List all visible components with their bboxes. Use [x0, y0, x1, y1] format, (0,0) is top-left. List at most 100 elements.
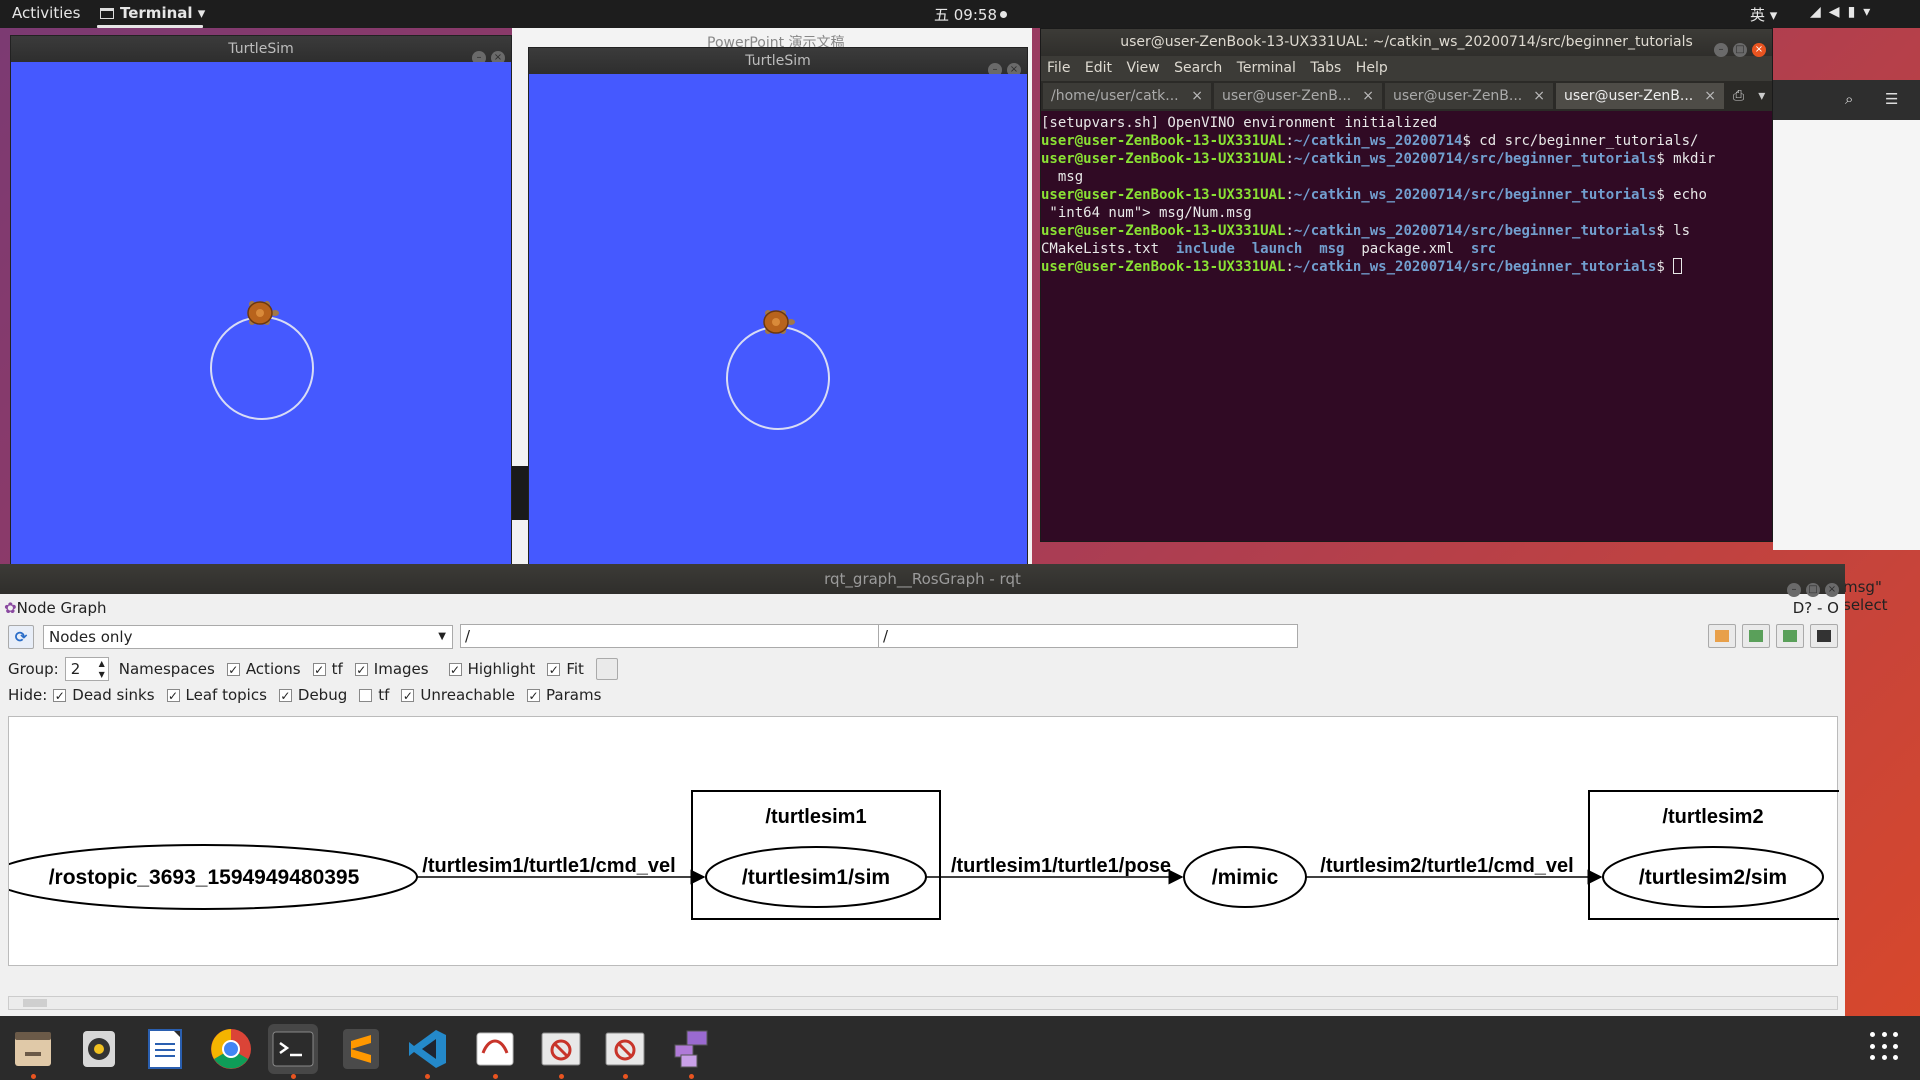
new-tab-icon[interactable]: ⎙ — [1733, 88, 1744, 104]
terminal-tab-4[interactable]: user@user-ZenB... × — [1556, 83, 1724, 109]
input-method[interactable]: 英 ▾ — [1750, 4, 1777, 25]
vscode-icon[interactable] — [402, 1024, 452, 1079]
turtle-app-icon-2[interactable] — [600, 1024, 650, 1079]
terminal-titlebar[interactable]: user@user-ZenBook-13-UX331UAL: ~/catkin_… — [1041, 29, 1772, 57]
terminal-icon[interactable] — [268, 1024, 318, 1079]
activities-button[interactable]: Activities — [12, 4, 80, 22]
battery-icon: ▮ — [1847, 4, 1864, 20]
turtle-app-icon[interactable] — [536, 1024, 586, 1079]
running-indicator — [31, 1074, 36, 1079]
menu-view[interactable]: View — [1126, 60, 1159, 76]
params-checkbox[interactable]: ✓ Params — [527, 686, 601, 704]
checkbox-box[interactable]: ✓ — [547, 662, 561, 676]
checkbox-box[interactable]: ✓ — [401, 688, 415, 702]
load-dot-button[interactable] — [1708, 624, 1736, 648]
clock-label: 五 09:58 — [934, 6, 997, 24]
menu-file[interactable]: File — [1047, 60, 1070, 76]
menu-search[interactable]: Search — [1174, 60, 1222, 76]
turtlesim-titlebar-2[interactable]: TurtleSim – × — [529, 48, 1027, 77]
terminal-line: user@user-ZenBook-13-UX331UAL:~/catkin_w… — [1041, 187, 1707, 203]
minimize-icon[interactable]: – — [1714, 43, 1728, 57]
hide-tf-checkbox[interactable]: tf — [359, 686, 389, 704]
menu-edit[interactable]: Edit — [1085, 60, 1112, 76]
images-checkbox[interactable]: ✓ Images — [354, 660, 429, 678]
actions-checkbox[interactable]: ✓ Actions — [226, 660, 301, 678]
terminal-tab-1[interactable]: /home/user/catk... × — [1043, 83, 1211, 109]
sublime-icon[interactable] — [336, 1024, 386, 1074]
close-icon[interactable]: × — [1704, 83, 1716, 109]
terminal-tab-3[interactable]: user@user-ZenB... × — [1385, 83, 1553, 109]
group-spinbox[interactable]: 2 ▲ ▼ — [64, 657, 109, 681]
terminal-window[interactable]: user@user-ZenBook-13-UX331UAL: ~/catkin_… — [1040, 28, 1773, 542]
rqt-window[interactable]: rqt_graph__RosGraph - rqt – □ × ✿Node Grap… — [0, 564, 1845, 1016]
close-icon[interactable]: × — [1362, 83, 1374, 109]
evince-icon[interactable] — [470, 1024, 520, 1079]
mode-select[interactable]: Nodes only ▼ — [43, 625, 453, 649]
leaf-topics-checkbox[interactable]: ✓ Leaf topics — [166, 686, 267, 704]
rqt-icon[interactable] — [666, 1024, 716, 1079]
close-icon[interactable]: × — [1752, 43, 1766, 57]
search-icon[interactable]: ⌕ — [1845, 90, 1853, 108]
horizontal-scrollbar[interactable] — [8, 996, 1838, 1010]
close-icon[interactable]: × — [1191, 83, 1203, 109]
files-icon[interactable] — [8, 1024, 58, 1079]
tf-checkbox[interactable]: ✓ tf — [312, 660, 343, 678]
rqt-titlebar[interactable]: rqt_graph__RosGraph - rqt – □ × — [0, 564, 1845, 597]
checkbox-box[interactable]: ✓ — [448, 662, 462, 676]
namespaces-checkbox[interactable]: Namespaces — [119, 660, 215, 678]
tabs-menu-icon[interactable]: ▾ — [1758, 88, 1765, 104]
writer-icon[interactable] — [140, 1024, 190, 1074]
unreachable-checkbox[interactable]: ✓ Unreachable — [401, 686, 515, 704]
tab-label: /home/user/catk... — [1051, 88, 1179, 104]
chrome-icon[interactable] — [206, 1024, 256, 1074]
plugin-controls[interactable]: D? - O — [1793, 594, 1839, 622]
ros-graph-canvas[interactable]: /rostopic_3693_1594949480395 /turtlesim1… — [8, 716, 1839, 966]
edge-pose-label: /turtlesim1/turtle1/pose — [951, 855, 1171, 877]
app-menu-label: Terminal — [120, 4, 193, 22]
clock[interactable]: 五 09:58 — [934, 4, 1007, 25]
scrollbar-thumb[interactable] — [23, 999, 47, 1007]
checkbox-box[interactable]: ✓ — [53, 688, 67, 702]
terminal-screen[interactable]: [setupvars.sh] OpenVINO environment init… — [1041, 111, 1772, 541]
rhythmbox-icon[interactable] — [74, 1024, 124, 1074]
checkbox-box[interactable]: ✓ — [166, 688, 180, 702]
app-menu[interactable]: Terminal ▾ — [100, 4, 205, 22]
maximize-icon[interactable]: □ — [1733, 43, 1747, 57]
show-applications-icon[interactable] — [1870, 1032, 1900, 1062]
close-icon[interactable]: × — [1533, 83, 1545, 109]
menu-tabs[interactable]: Tabs — [1310, 60, 1341, 76]
terminal-line: msg — [1041, 169, 1084, 185]
debug-label: Debug — [297, 686, 348, 704]
dead-sinks-checkbox[interactable]: ✓ Dead sinks — [53, 686, 155, 704]
turtlesim-window-1[interactable]: TurtleSim – × — [10, 35, 512, 565]
prompt-user: user@user-ZenBook-13-UX331UAL — [1041, 259, 1286, 275]
terminal-tab-2[interactable]: user@user-ZenB... × — [1214, 83, 1382, 109]
list-icon[interactable]: ☰ — [1885, 90, 1898, 108]
menu-help[interactable]: Help — [1356, 60, 1388, 76]
terminal-line: user@user-ZenBook-13-UX331UAL:~/catkin_w… — [1041, 258, 1772, 276]
node-filter-input[interactable]: / — [460, 624, 880, 648]
save-image-button[interactable] — [1810, 624, 1838, 648]
checkbox-box[interactable] — [359, 688, 373, 702]
fit-view-button[interactable] — [595, 658, 618, 680]
debug-checkbox[interactable]: ✓ Debug — [278, 686, 348, 704]
save-dot-button[interactable] — [1742, 624, 1770, 648]
menu-terminal[interactable]: Terminal — [1237, 60, 1296, 76]
checkbox-box[interactable]: ✓ — [312, 662, 326, 676]
checkbox-box[interactable]: ✓ — [226, 662, 240, 676]
topic-filter-input[interactable]: / — [878, 624, 1298, 648]
checkbox-box[interactable]: ✓ — [527, 688, 541, 702]
node-turtlesim2-sim-label: /turtlesim2/sim — [1639, 866, 1787, 889]
turtlesim-window-2[interactable]: TurtleSim – × — [528, 47, 1028, 565]
group-label: Group: — [8, 660, 59, 678]
checkbox-box[interactable]: ✓ — [278, 688, 292, 702]
spin-arrows-icon[interactable]: ▲ ▼ — [99, 658, 105, 680]
checkbox-box[interactable]: ✓ — [354, 662, 368, 676]
fit-checkbox[interactable]: ✓ Fit — [547, 660, 584, 678]
highlight-checkbox[interactable]: ✓ Highlight — [448, 660, 535, 678]
system-tray[interactable]: ◢◀▮▾ — [1810, 4, 1878, 20]
save-svg-button[interactable] — [1776, 624, 1804, 648]
refresh-button[interactable]: ⟳ — [8, 625, 34, 649]
turtlesim-titlebar-1[interactable]: TurtleSim – × — [11, 36, 511, 65]
unreachable-label: Unreachable — [420, 686, 516, 704]
